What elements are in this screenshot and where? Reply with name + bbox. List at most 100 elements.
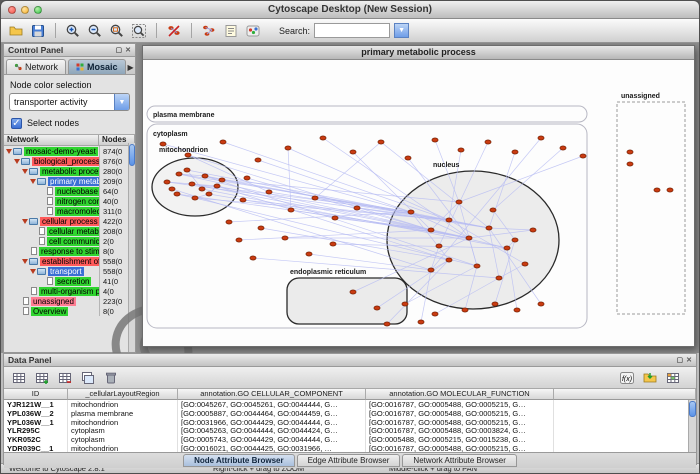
tree-expander-icon[interactable]	[30, 179, 36, 184]
network-node[interactable]	[332, 216, 338, 220]
dropdown-arrow-icon[interactable]: ▼	[114, 94, 129, 110]
table-cell[interactable]: [GO:0031966, GO:0044429, GO:0044444, G…	[178, 418, 366, 427]
network-node[interactable]	[312, 196, 318, 200]
network-node[interactable]	[174, 192, 180, 196]
tree-expander-icon[interactable]	[22, 169, 28, 174]
tree-row[interactable]: transport558(0	[4, 266, 135, 276]
table-row[interactable]: YDR039C__1mitochondrion[GO:0016021, GO:0…	[4, 444, 696, 453]
vizmapper-button[interactable]	[243, 21, 263, 41]
new-network-from-selection-button[interactable]	[199, 21, 219, 41]
network-node[interactable]	[512, 238, 518, 242]
tree-row[interactable]: Overview8(0	[4, 306, 135, 316]
tree-row[interactable]: mosaic-demo-yeast874(0	[4, 146, 135, 156]
network-node[interactable]	[492, 302, 498, 306]
network-node[interactable]	[580, 154, 586, 158]
table-column-header[interactable]: _cellularLayoutRegion	[68, 389, 178, 400]
table-row[interactable]: YJR121W__1mitochondrion[GO:0045267, GO:0…	[4, 400, 696, 409]
open-network-button[interactable]	[6, 21, 26, 41]
panel-close-icon[interactable]: ✕	[125, 46, 131, 54]
network-node[interactable]	[350, 150, 356, 154]
network-node[interactable]	[258, 226, 264, 230]
network-node[interactable]	[466, 236, 472, 240]
import-attributes-button[interactable]	[640, 368, 660, 388]
select-attributes-button[interactable]	[9, 368, 29, 388]
network-node[interactable]	[514, 308, 520, 312]
network-node[interactable]	[530, 228, 536, 232]
tree-row[interactable]: metabolic process280(0	[4, 166, 135, 176]
tree-row[interactable]: establishment of lo…558(0	[4, 256, 135, 266]
tree-row[interactable]: secretion41(0	[4, 276, 135, 286]
network-node[interactable]	[432, 312, 438, 316]
network-node[interactable]	[462, 308, 468, 312]
network-node[interactable]	[418, 320, 424, 324]
network-node[interactable]	[490, 208, 496, 212]
network-node[interactable]	[654, 188, 660, 192]
network-node[interactable]	[214, 184, 220, 188]
tab-edge-attribute-browser[interactable]: Edge Attribute Browser	[297, 454, 401, 467]
tree-expander-icon[interactable]	[6, 149, 12, 154]
search-dropdown-arrow-icon[interactable]: ▼	[394, 23, 409, 38]
attribute-mapping-button[interactable]	[663, 368, 683, 388]
delete-attribute-button[interactable]	[55, 368, 75, 388]
zoom-out-button[interactable]	[85, 21, 105, 41]
delete-row-button[interactable]	[101, 368, 121, 388]
hide-selected-button[interactable]	[164, 21, 184, 41]
create-attribute-button[interactable]	[32, 368, 52, 388]
table-cell[interactable]: mitochondrion	[68, 418, 178, 427]
network-node[interactable]	[436, 244, 442, 248]
tree-row[interactable]: nitrogen compo…40(0	[4, 196, 135, 206]
network-node[interactable]	[219, 178, 225, 182]
network-node[interactable]	[169, 187, 175, 191]
tab-network-attribute-browser[interactable]: Network Attribute Browser	[402, 454, 516, 467]
table-row[interactable]: YKR052Ccytoplasm[GO:0005743, GO:0044429,…	[4, 435, 696, 444]
table-cell[interactable]: YLR295C	[4, 426, 68, 435]
table-cell[interactable]: [GO:0016787, GO:0005488, GO:0005215, G…	[366, 418, 554, 427]
network-node[interactable]	[667, 188, 673, 192]
table-cell[interactable]: YJR121W__1	[4, 400, 68, 409]
network-node[interactable]	[255, 158, 261, 162]
network-node[interactable]	[408, 210, 414, 214]
network-node[interactable]	[220, 140, 226, 144]
tab-network[interactable]: Network	[6, 59, 66, 74]
network-node[interactable]	[354, 206, 360, 210]
table-column-header[interactable]: annotation.GO CELLULAR_COMPONENT	[178, 389, 366, 400]
tree-expander-icon[interactable]	[14, 159, 20, 164]
table-cell[interactable]: [GO:0045267, GO:0045261, GO:0044444, G…	[178, 400, 366, 409]
network-node[interactable]	[627, 150, 633, 154]
network-node[interactable]	[485, 140, 491, 144]
network-node[interactable]	[432, 138, 438, 142]
tab-overflow-arrow-icon[interactable]: ▶	[128, 63, 136, 74]
network-node[interactable]	[184, 168, 190, 172]
network-node[interactable]	[560, 146, 566, 150]
tree-row[interactable]: biological_process876(0	[4, 156, 135, 166]
tree-header-network[interactable]: Network	[4, 135, 99, 146]
tree-scrollbar[interactable]	[128, 143, 135, 352]
table-cell[interactable]: mitochondrion	[68, 444, 178, 453]
network-node[interactable]	[405, 156, 411, 160]
network-node[interactable]	[456, 200, 462, 204]
tree-row[interactable]: macromolecule…311(0	[4, 206, 135, 216]
table-cell[interactable]: [GO:0005488, GO:0005215, GO:0015238, G…	[366, 435, 554, 444]
table-cell[interactable]: [GO:0016787, GO:0005488, GO:0005215, G…	[366, 444, 554, 453]
network-node[interactable]	[522, 262, 528, 266]
table-cell[interactable]: YPL036W__1	[4, 418, 68, 427]
tree-row[interactable]: cellular process422(0	[4, 216, 135, 226]
tree-row[interactable]: unassigned223(0	[4, 296, 135, 306]
network-node[interactable]	[226, 220, 232, 224]
network-node[interactable]	[282, 236, 288, 240]
table-cell[interactable]: [GO:0016021, GO:0044425, GO:0031966, …	[178, 444, 366, 453]
tree-expander-icon[interactable]	[30, 269, 36, 274]
table-row[interactable]: YLR295Ccytoplasm[GO:0045263, GO:0044444,…	[4, 426, 696, 435]
tree-row[interactable]: primary metabo…209(0	[4, 176, 135, 186]
select-nodes-checkbox[interactable]: ✓	[11, 118, 22, 129]
network-node[interactable]	[512, 150, 518, 154]
tab-mosaic[interactable]: Mosaic	[68, 59, 126, 74]
network-node[interactable]	[538, 136, 544, 140]
table-cell[interactable]: [GO:0016787, GO:0005488, GO:0003824, G…	[366, 426, 554, 435]
table-scrollbar-thumb[interactable]	[689, 401, 696, 417]
network-node[interactable]	[250, 256, 256, 260]
table-cell[interactable]: YPL036W__2	[4, 409, 68, 418]
network-node[interactable]	[378, 140, 384, 144]
network-node[interactable]	[474, 264, 480, 268]
network-node[interactable]	[288, 208, 294, 212]
